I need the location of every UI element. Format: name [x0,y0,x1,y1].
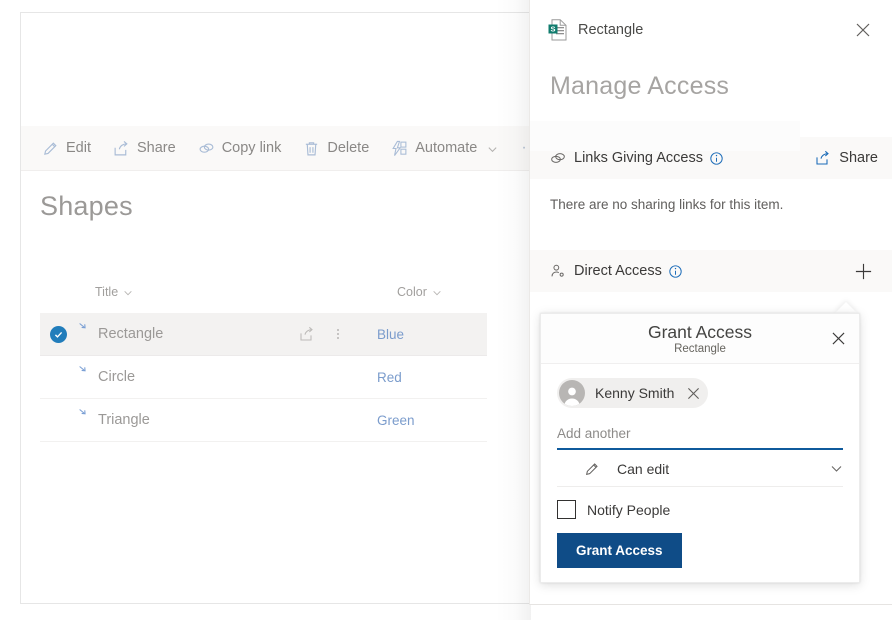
command-automate[interactable]: Automate [380,126,509,171]
command-share-label: Share [137,140,176,156]
app-root: Edit Share Copy link Delete Automate Sha… [0,0,892,620]
trash-icon [303,140,320,157]
person-avatar-icon [559,380,585,406]
column-headers: Title Color [40,285,487,311]
panel-item-title: Rectangle [578,22,644,38]
command-copy-link[interactable]: Copy link [187,126,293,171]
list-rows: Rectangle Blue Circle Red Triangle Green [40,313,487,442]
notify-people-row[interactable]: Notify People [557,500,843,519]
grant-access-subtitle: Rectangle [674,343,726,356]
command-copy-link-label: Copy link [221,140,282,156]
command-share[interactable]: Share [102,126,187,171]
command-automate-label: Automate [415,140,478,156]
table-row[interactable]: Rectangle Blue [40,313,487,356]
row-select-checkbox[interactable] [40,325,76,343]
share-icon[interactable] [299,326,315,342]
panel-header: S Rectangle [530,0,892,60]
checkmark-circle-icon [49,325,67,343]
command-delete[interactable]: Delete [292,126,380,171]
column-header-title[interactable]: Title [95,285,133,299]
sharepoint-list-item-icon: S [548,19,567,41]
notify-people-label: Notify People [587,501,671,518]
link-icon [198,140,215,157]
chevron-down-icon [830,462,843,475]
table-row[interactable]: Triangle Green [40,399,487,442]
row-color-cell[interactable]: Blue [377,327,487,342]
row-color-cell[interactable]: Red [377,370,487,385]
chevron-down-icon [123,287,133,297]
column-header-color[interactable]: Color [397,285,442,299]
add-direct-access-button[interactable] [848,256,878,286]
shared-indicator-icon [78,362,91,375]
add-another-input[interactable]: Add another [557,425,843,450]
close-icon[interactable] [848,15,878,45]
row-title-cell[interactable]: Circle [76,366,299,385]
permission-dropdown[interactable]: Can edit [557,451,843,487]
share-icon [113,140,130,157]
panel-placeholder-band [530,121,800,151]
grant-access-button[interactable]: Grant Access [557,533,682,568]
pencil-icon [42,140,59,157]
table-row[interactable]: Circle Red [40,356,487,399]
panel-heading: Manage Access [550,72,730,100]
svg-text:S: S [550,24,555,33]
chevron-down-icon [432,287,442,297]
command-delete-label: Delete [327,140,370,156]
links-empty-message: There are no sharing links for this item… [550,197,784,212]
shared-indicator-icon [78,319,91,332]
links-giving-access-label: Links Giving Access [574,150,703,166]
row-title-cell[interactable]: Triangle [76,409,299,428]
shared-indicator-icon [78,405,91,418]
command-edit[interactable]: Edit [31,126,102,171]
link-icon [550,150,566,166]
row-title-label: Triangle [98,412,150,428]
grant-access-body: Kenny Smith Add another Can edit Notify … [541,364,859,568]
grant-access-header: Grant Access Rectangle [541,314,859,364]
notify-people-checkbox[interactable] [557,500,576,519]
person-icon [550,263,566,279]
row-title-label: Circle [98,369,136,385]
remove-person-icon[interactable] [687,387,700,400]
row-title-label: Rectangle [98,326,164,342]
person-chip-name: Kenny Smith [595,385,675,401]
permission-value: Can edit [617,460,670,477]
chevron-down-icon [487,143,498,154]
links-share-button[interactable]: Share [815,150,878,166]
direct-access-label: Direct Access [574,263,662,279]
command-edit-label: Edit [66,140,91,156]
row-color-cell[interactable]: Green [377,413,487,428]
close-icon[interactable] [825,325,851,351]
row-title-cell[interactable]: Rectangle [76,323,299,342]
share-icon [815,150,831,166]
flow-icon [391,140,408,157]
column-header-title-label: Title [95,285,119,299]
links-share-label: Share [839,150,878,166]
add-another-placeholder: Add another [557,426,631,441]
grant-access-dialog: Grant Access Rectangle Kenny Smith Add a… [540,313,860,583]
pencil-icon [584,461,600,477]
column-header-color-label: Color [397,285,427,299]
more-vertical-icon[interactable] [331,329,345,339]
info-icon[interactable] [669,264,682,278]
info-icon[interactable] [710,151,723,165]
page-title: Shapes [40,191,133,221]
row-actions [299,326,377,342]
person-chip[interactable]: Kenny Smith [557,378,709,408]
direct-access-header: Direct Access [530,250,892,292]
grant-access-title: Grant Access [647,321,753,342]
